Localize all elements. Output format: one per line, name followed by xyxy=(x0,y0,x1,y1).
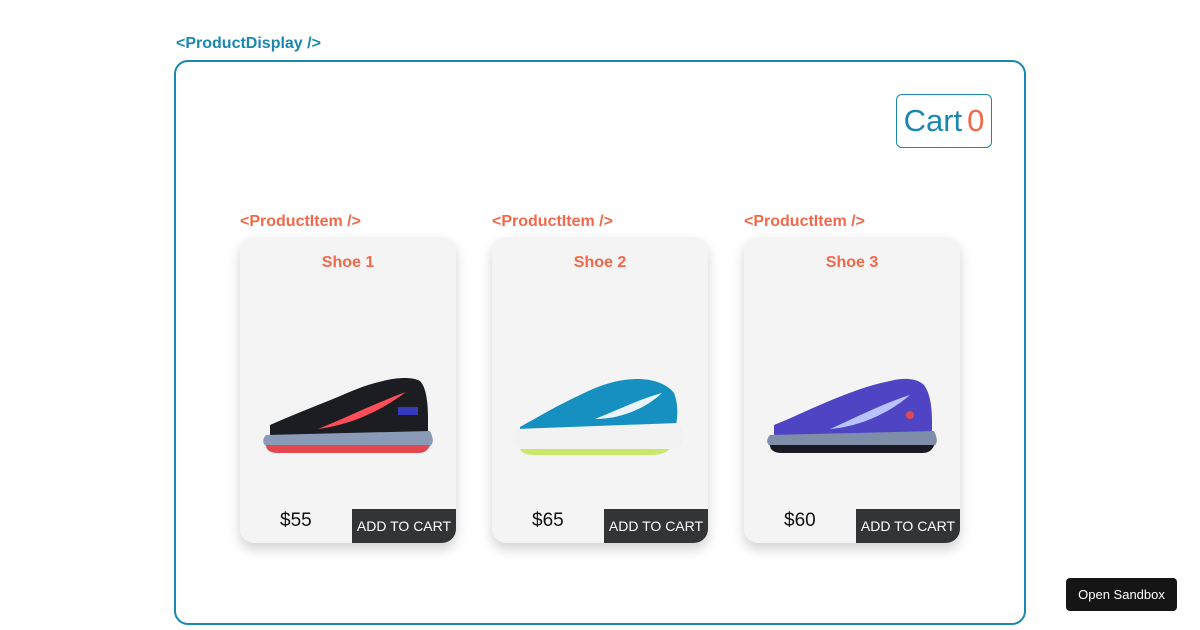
purple-running-shoe-icon xyxy=(767,378,937,453)
cart-count: 0 xyxy=(967,103,985,138)
product-item-label: <ProductItem /> xyxy=(492,213,613,230)
product-item-label: <ProductItem /> xyxy=(744,213,865,230)
product-display-label: <ProductDisplay /> xyxy=(176,35,321,52)
open-sandbox-button[interactable]: Open Sandbox xyxy=(1066,578,1177,611)
product-item-label: <ProductItem /> xyxy=(240,213,361,230)
black-running-shoe-icon xyxy=(263,378,433,453)
product-price: $55 xyxy=(280,510,312,531)
product-title: Shoe 1 xyxy=(321,254,375,271)
add-to-cart-button[interactable]: ADD TO CART xyxy=(856,509,960,543)
cart-label: Cart xyxy=(903,103,963,138)
cart-button[interactable]: Cart 0 xyxy=(896,94,992,148)
product-card: Shoe 3 $60 ADD TO CART xyxy=(744,237,960,543)
product-price: $60 xyxy=(784,510,816,531)
product-card: Shoe 2 $65 ADD TO CART xyxy=(492,237,708,543)
add-to-cart-button[interactable]: ADD TO CART xyxy=(352,509,456,543)
teal-running-shoe-icon xyxy=(512,379,684,455)
product-title: Shoe 3 xyxy=(825,254,879,271)
product-price: $65 xyxy=(532,510,564,531)
product-card: Shoe 1 $55 ADD TO CART xyxy=(240,237,456,543)
add-to-cart-button[interactable]: ADD TO CART xyxy=(604,509,708,543)
product-title: Shoe 2 xyxy=(573,254,627,271)
